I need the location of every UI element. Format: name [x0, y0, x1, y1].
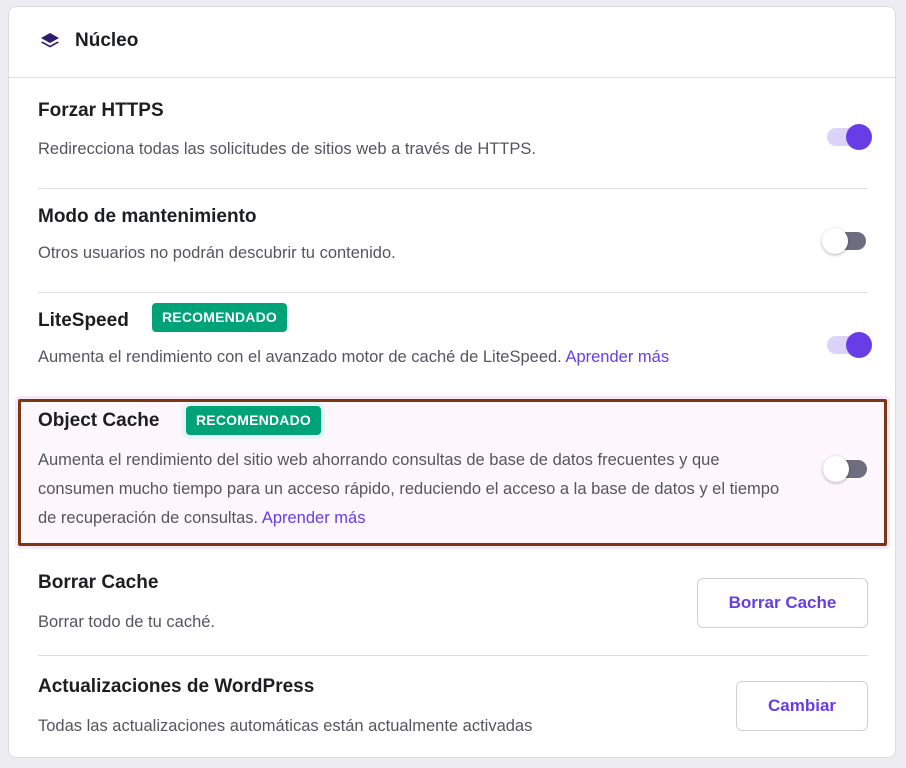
recommended-badge: RECOMENDADO — [186, 406, 321, 435]
setting-row-clear-cache: Borrar Cache Borrar todo de tu caché. Bo… — [38, 551, 868, 656]
setting-title: Actualizaciones de WordPress — [38, 676, 315, 697]
change-updates-button[interactable]: Cambiar — [736, 681, 868, 731]
setting-row-wordpress-updates: Actualizaciones de WordPress Todas las a… — [38, 656, 868, 756]
card-header: Núcleo — [9, 7, 895, 78]
learn-more-link[interactable]: Aprender más — [565, 348, 669, 366]
setting-description: Otros usuarios no podrán descubrir tu co… — [38, 244, 396, 262]
setting-description: Redirecciona todas las solicitudes de si… — [38, 140, 536, 158]
section-title: Núcleo — [75, 30, 139, 51]
litespeed-toggle[interactable] — [825, 331, 872, 359]
setting-title: Borrar Cache — [38, 572, 159, 593]
setting-row-force-https: Forzar HTTPS Redirecciona todas las soli… — [38, 83, 872, 189]
setting-title: Forzar HTTPS — [38, 100, 164, 121]
maintenance-mode-toggle[interactable] — [822, 227, 868, 255]
setting-title: Modo de mantenimiento — [38, 206, 257, 227]
setting-description: Aumenta el rendimiento del sitio web aho… — [38, 451, 780, 527]
layers-icon — [41, 33, 59, 48]
setting-title: Object Cache — [38, 410, 160, 431]
object-cache-toggle[interactable] — [823, 455, 869, 483]
force-https-toggle[interactable] — [825, 123, 872, 151]
setting-description: Todas las actualizaciones automáticas es… — [38, 717, 533, 735]
setting-row-object-cache: Object Cache RECOMENDADO Aumenta el rend… — [38, 390, 868, 550]
recommended-badge: RECOMENDADO — [152, 303, 287, 332]
setting-description: Borrar todo de tu caché. — [38, 613, 216, 631]
setting-title: LiteSpeed — [38, 310, 129, 331]
setting-description: Aumenta el rendimiento con el avanzado m… — [38, 348, 670, 366]
clear-cache-button[interactable]: Borrar Cache — [697, 578, 868, 628]
setting-row-maintenance: Modo de mantenimiento Otros usuarios no … — [38, 189, 867, 293]
learn-more-link[interactable]: Aprender más — [262, 509, 366, 527]
setting-row-litespeed: LiteSpeed RECOMENDADO Aumenta el rendimi… — [38, 293, 872, 397]
